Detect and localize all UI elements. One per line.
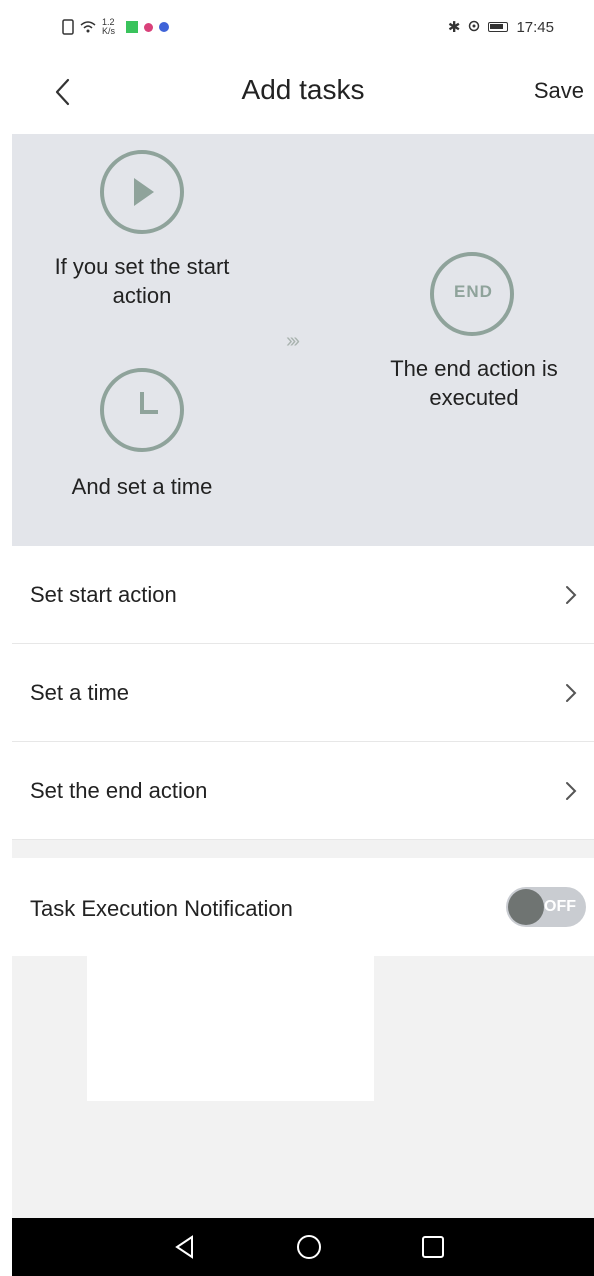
set-start-action-row[interactable]: Set start action — [12, 546, 594, 644]
app-icon — [144, 22, 153, 32]
notification-row: Task Execution Notification OFF — [12, 858, 594, 956]
toggle-state-label: OFF — [544, 898, 576, 915]
notification-toggle[interactable]: OFF — [506, 887, 586, 927]
set-time-row[interactable]: Set a time — [12, 644, 594, 742]
blank-panel — [87, 956, 374, 1101]
bluetooth-icon: ✱ — [447, 19, 461, 36]
end-circle: END — [430, 252, 514, 336]
list-item-label: Set the end action — [30, 778, 208, 803]
status-bar: 1.2 K/s ✱ 17:45 — [12, 0, 594, 58]
status-left: 1.2 K/s — [62, 18, 169, 36]
list-item-label: Set a time — [30, 680, 130, 705]
home-circle-icon[interactable] — [294, 1232, 324, 1262]
header-bar: Add tasks Save — [12, 58, 594, 134]
clock: 17:45 — [516, 18, 554, 36]
end-action-caption: The end action is executed — [390, 356, 558, 410]
page-title: Add tasks — [241, 74, 365, 105]
task-settings-list: Set start action Set a time Set the end … — [12, 546, 594, 840]
system-nav-bar — [12, 1218, 594, 1276]
task-illustration: If you set the start action And set a ti… — [12, 134, 594, 546]
sim-icon — [62, 19, 74, 35]
toggle-knob — [508, 889, 544, 925]
wifi-icon — [80, 21, 96, 33]
start-action-caption: If you set the start action — [54, 254, 230, 308]
list-item-label: Set start action — [30, 582, 177, 607]
recents-square-icon[interactable] — [418, 1232, 448, 1262]
end-badge: END — [454, 282, 493, 301]
set-end-action-row[interactable]: Set the end action — [12, 742, 594, 840]
app-frame: 1.2 K/s ✱ 17:45 Add tasks Save If you se… — [12, 0, 594, 1276]
save-button[interactable]: Save — [534, 78, 584, 104]
back-triangle-icon[interactable] — [170, 1232, 200, 1262]
time-caption: And set a time — [71, 474, 213, 499]
play-icon — [134, 178, 154, 206]
notification-label: Task Execution Notification — [30, 896, 293, 921]
status-right: ✱ 17:45 — [447, 18, 554, 37]
app-icon — [126, 21, 138, 33]
play-circle — [100, 150, 184, 234]
battery-icon — [488, 22, 509, 32]
chevron-right-icon — [566, 782, 577, 800]
location-icon — [469, 20, 480, 32]
arrows-icon: ››› — [286, 330, 300, 352]
clock-icon — [140, 392, 158, 414]
net-speed: 1.2 K/s — [102, 17, 116, 36]
clock-circle — [100, 368, 184, 452]
app-icon — [159, 22, 169, 32]
chevron-right-icon — [566, 684, 577, 702]
chevron-right-icon — [566, 586, 577, 604]
